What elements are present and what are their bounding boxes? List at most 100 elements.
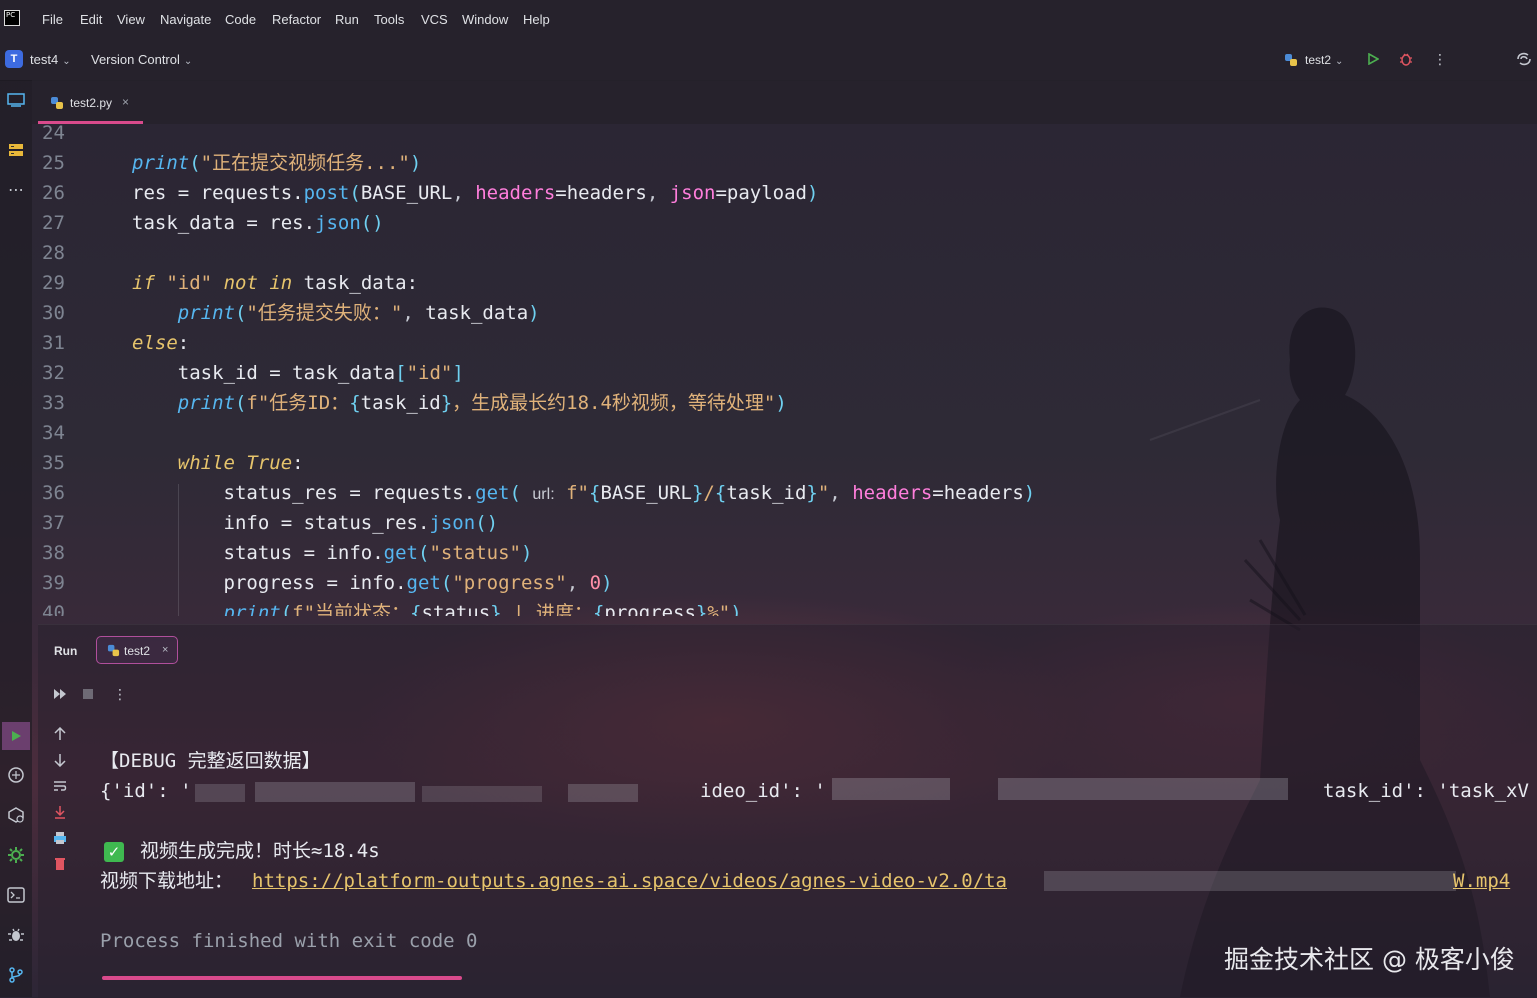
scroll-down-icon[interactable] <box>52 752 68 768</box>
chevron-down-icon: ⌄ <box>183 56 193 67</box>
code-line: 39 progress = info.get("progress", 0) <box>32 568 1537 598</box>
redacted-block <box>1044 871 1456 891</box>
line-number: 24 <box>42 124 65 144</box>
close-run-tab-icon[interactable]: × <box>162 644 168 656</box>
console-json-video-id: ideo_id': ' <box>700 780 826 802</box>
project-badge[interactable]: T <box>5 50 23 68</box>
editor-tab-label: test2.py <box>70 96 113 110</box>
code-line: 33 print(f"任务ID：{task_id}，生成最长约18.4秒视频，等… <box>32 388 1537 418</box>
video-download-link-start[interactable]: https://platform-outputs.agnes-ai.space/… <box>252 866 1007 896</box>
code-editor[interactable]: 24 25 print("正在提交视频任务...") 26 res = reques… <box>32 124 1537 616</box>
scroll-to-end-icon[interactable] <box>52 804 68 820</box>
python-console-icon[interactable] <box>4 763 28 787</box>
run-config-selector[interactable]: test2 ⌄ <box>1305 53 1343 67</box>
code-line: 40 print(f"当前状态：{status} | 进度：{progress}… <box>32 598 1537 616</box>
python-file-icon <box>50 96 64 110</box>
watermark: 掘金技术社区 @ 极客小俊 <box>1224 945 1515 974</box>
menu-window[interactable]: Window <box>462 12 508 27</box>
line-number: 25 <box>42 152 65 174</box>
menu-edit[interactable]: Edit <box>80 12 102 27</box>
console-download-label: 视频下载地址： <box>100 870 234 892</box>
soft-wrap-icon[interactable] <box>52 778 68 794</box>
project-selector[interactable]: test4 ⌄ <box>30 52 71 67</box>
structure-icon[interactable] <box>4 138 28 162</box>
line-number: 35 <box>42 452 65 474</box>
play-icon <box>1368 53 1379 65</box>
line-number: 34 <box>42 422 65 444</box>
chevron-down-icon: ⌄ <box>62 56 71 67</box>
code-line: 35 while True: <box>32 448 1537 478</box>
line-number: 40 <box>42 602 65 616</box>
code-line: 34 <box>32 418 1537 448</box>
problems-icon[interactable] <box>4 923 28 947</box>
redacted-block <box>195 784 245 802</box>
code-line: 32 task_id = task_data["id"] <box>32 358 1537 388</box>
video-download-link-end[interactable]: W.mp4 <box>1453 866 1510 896</box>
menu-run[interactable]: Run <box>335 12 359 27</box>
python-icon <box>106 643 120 657</box>
redacted-block <box>255 782 415 802</box>
menu-vcs[interactable]: VCS <box>421 12 448 27</box>
console-json-task-id: task_id': 'task_xV <box>1323 780 1529 802</box>
code-line: 31 else: <box>32 328 1537 358</box>
project-name: test4 <box>30 52 59 67</box>
code-line: 25 print("正在提交视频任务...") <box>32 148 1537 178</box>
ai-assistant-icon[interactable] <box>1514 49 1534 69</box>
line-number: 29 <box>42 272 65 294</box>
version-control-label: Version Control <box>91 52 180 67</box>
version-control-selector[interactable]: Version Control ⌄ <box>91 52 192 67</box>
debug-button[interactable] <box>1398 51 1414 67</box>
code-line: 38 status = info.get("status") <box>32 538 1537 568</box>
print-icon[interactable] <box>52 830 68 846</box>
services-icon[interactable] <box>4 843 28 867</box>
close-tab-icon[interactable]: × <box>122 95 129 109</box>
check-mark-icon: ✓ <box>104 842 124 862</box>
editor-tab-bar <box>32 80 1537 124</box>
line-number: 27 <box>42 212 65 234</box>
console-exit-text: Process finished with exit code 0 <box>100 930 478 952</box>
more-options-icon[interactable]: ⋮ <box>1432 51 1448 67</box>
code-line: 30 print("任务提交失败：", task_data) <box>32 298 1537 328</box>
bug-icon <box>1400 53 1412 66</box>
code-line: 26 res = requests.post(BASE_URL, headers=… <box>32 178 1537 208</box>
menu-help[interactable]: Help <box>523 12 550 27</box>
project-view-icon[interactable] <box>4 88 28 112</box>
menu-view[interactable]: View <box>117 12 145 27</box>
console-json-start: {'id': ' <box>100 780 192 802</box>
code-line: 27 task_data = res.json() <box>32 208 1537 238</box>
pycharm-logo-icon: PC <box>4 10 20 26</box>
run-panel-title: Run <box>54 644 78 658</box>
run-tab-label: test2 <box>124 644 151 658</box>
console-scrollbar[interactable] <box>102 976 462 980</box>
line-number: 28 <box>42 242 65 264</box>
line-number: 30 <box>42 302 65 324</box>
code-line: 36 status_res = requests.get( url: f"{BA… <box>32 478 1537 508</box>
git-branch-icon[interactable] <box>4 963 28 987</box>
scroll-up-icon[interactable] <box>52 726 68 742</box>
terminal-icon[interactable] <box>4 883 28 907</box>
inlay-hint-url: url: <box>532 486 555 503</box>
console-debug-header: 【DEBUG 完整返回数据】 <box>100 750 321 772</box>
run-tool-window-icon[interactable] <box>2 722 30 750</box>
menu-tools[interactable]: Tools <box>374 12 404 27</box>
menu-code[interactable]: Code <box>225 12 256 27</box>
line-number: 36 <box>42 482 65 504</box>
run-more-options-icon[interactable]: ⋮ <box>112 686 128 702</box>
menu-refactor[interactable]: Refactor <box>272 12 321 27</box>
code-line: 24 <box>32 124 1537 148</box>
python-icon <box>1283 52 1299 68</box>
code-line: 37 info = status_res.json() <box>32 508 1537 538</box>
trash-icon[interactable] <box>52 856 68 872</box>
python-packages-icon[interactable] <box>4 803 28 827</box>
menu-file[interactable]: File <box>42 12 63 27</box>
line-number: 31 <box>42 332 65 354</box>
rerun-icon[interactable] <box>52 686 68 702</box>
code-line: 29 if "id" not in task_data: <box>32 268 1537 298</box>
more-tools-icon[interactable]: ⋯ <box>4 178 28 202</box>
redacted-block <box>832 778 950 800</box>
stop-icon[interactable] <box>80 686 96 702</box>
run-button[interactable] <box>1365 51 1381 67</box>
line-number: 32 <box>42 362 65 384</box>
console-done-text: 视频生成完成！时长≈18.4s <box>140 840 380 862</box>
menu-navigate[interactable]: Navigate <box>160 12 211 27</box>
